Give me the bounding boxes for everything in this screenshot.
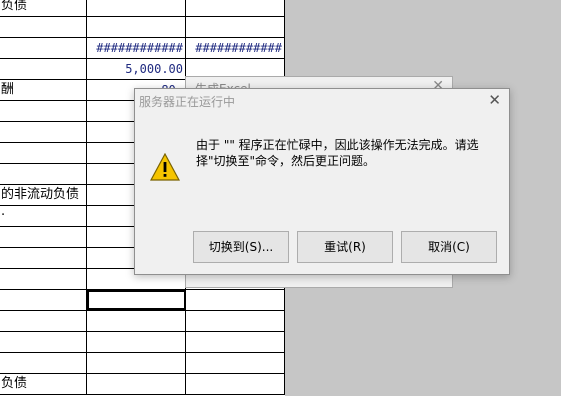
sheet-cell[interactable]: [0, 269, 87, 289]
sheet-cell[interactable]: [186, 353, 285, 373]
sheet-cell[interactable]: [0, 101, 87, 121]
sheet-cell[interactable]: [87, 332, 186, 352]
sheet-cell[interactable]: [87, 311, 186, 331]
sheet-cell[interactable]: [0, 332, 87, 352]
sheet-cell[interactable]: [186, 374, 285, 394]
sheet-cell[interactable]: [0, 164, 87, 184]
sheet-cell[interactable]: 负债: [0, 374, 87, 394]
sheet-cell[interactable]: ############: [186, 38, 285, 58]
dialog-message: 由于 "" 程序正在忙碌中，因此该操作无法完成。请选 择"切换至"命令，然后更正…: [196, 137, 496, 169]
sheet-cell[interactable]: [186, 290, 285, 310]
sheet-row: [0, 17, 285, 38]
sheet-cell[interactable]: 5,000.00: [87, 59, 186, 79]
switch-to-button[interactable]: 切换到(S)...: [193, 231, 289, 263]
sheet-cell[interactable]: [87, 353, 186, 373]
sheet-cell[interactable]: ############: [87, 38, 186, 58]
sheet-row: ############ ############: [0, 38, 285, 59]
sheet-cell[interactable]: [87, 17, 186, 37]
server-busy-dialog: 服务器正在运行中 ✕ 由于 "" 程序正在忙碌中，因此该操作无法完成。请选 择"…: [134, 88, 510, 275]
sheet-cell[interactable]: [0, 290, 87, 310]
sheet-row: 负债: [0, 374, 285, 395]
sheet-cell[interactable]: [0, 353, 87, 373]
sheet-cell[interactable]: [87, 374, 186, 394]
sheet-row: [0, 290, 285, 311]
sheet-cell[interactable]: [186, 332, 285, 352]
sheet-cell[interactable]: 负债: [0, 0, 87, 16]
sheet-cell[interactable]: 酬: [0, 80, 87, 100]
sheet-cell[interactable]: [0, 227, 87, 247]
sheet-row: [0, 332, 285, 353]
dialog-message-line-1: 由于 "" 程序正在忙碌中，因此该操作无法完成。请选: [196, 138, 479, 152]
sheet-cell[interactable]: [0, 311, 87, 331]
sheet-cell[interactable]: [186, 0, 285, 16]
sheet-cell[interactable]: [0, 59, 87, 79]
warning-icon: [150, 153, 180, 181]
sheet-cell[interactable]: [0, 122, 87, 142]
sheet-cell[interactable]: [87, 0, 186, 16]
sheet-cell[interactable]: [186, 17, 285, 37]
sheet-row: 负债: [0, 0, 285, 17]
sheet-row: [0, 353, 285, 374]
sheet-cell[interactable]: [87, 290, 186, 310]
sheet-cell[interactable]: [0, 248, 87, 268]
sheet-cell[interactable]: [186, 311, 285, 331]
cancel-button[interactable]: 取消(C): [401, 231, 497, 263]
dialog-title: 服务器正在运行中: [139, 95, 236, 109]
dialog-message-line-2: 择"切换至"命令，然后更正问题。: [196, 154, 376, 168]
sheet-row: [0, 311, 285, 332]
sheet-cell[interactable]: ·: [0, 206, 87, 226]
retry-button[interactable]: 重试(R): [297, 231, 393, 263]
sheet-cell[interactable]: 的非流动负债: [0, 185, 87, 205]
close-icon[interactable]: ✕: [488, 91, 501, 109]
sheet-cell[interactable]: [0, 38, 87, 58]
sheet-cell[interactable]: [0, 143, 87, 163]
sheet-cell[interactable]: [0, 17, 87, 37]
